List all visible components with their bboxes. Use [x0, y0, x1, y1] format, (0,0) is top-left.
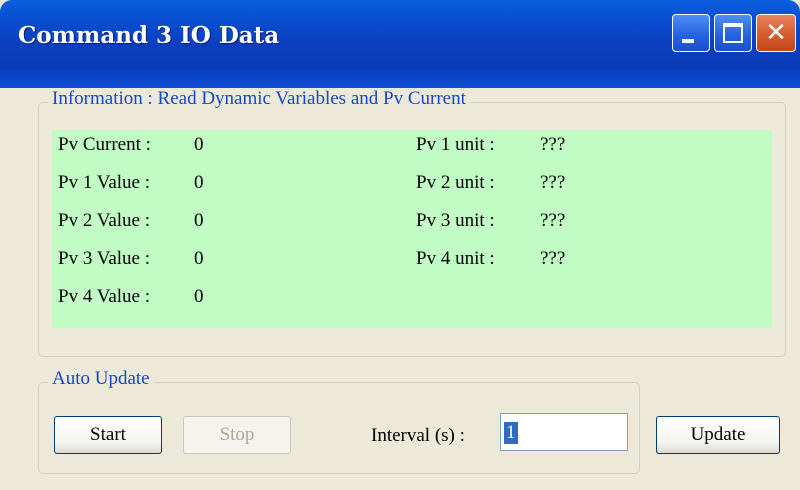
- pv3-value-label: Pv 3 Value :: [58, 248, 151, 269]
- app-window: Command 3 IO Data ✕ Information : Read D…: [0, 0, 800, 490]
- pv3-unit-label: Pv 3 unit :: [416, 210, 495, 231]
- interval-value: 1: [504, 422, 518, 444]
- pv2-value: 0: [194, 210, 204, 231]
- pv1-value-label: Pv 1 Value :: [58, 172, 151, 193]
- pv-current-value: 0: [194, 134, 204, 155]
- pv4-unit-label: Pv 4 unit :: [416, 248, 495, 269]
- pv4-value-label: Pv 4 Value :: [58, 286, 151, 307]
- update-button[interactable]: Update: [656, 416, 780, 454]
- dynamic-variables-panel: Pv Current : 0 Pv 1 Value : 0 Pv 2 Value…: [52, 130, 772, 328]
- window-title: Command 3 IO Data: [18, 22, 280, 49]
- pv4-value: 0: [194, 286, 204, 307]
- start-button[interactable]: Start: [54, 416, 162, 454]
- pv1-unit-value: ???: [540, 134, 566, 155]
- pv1-unit-label: Pv 1 unit :: [416, 134, 495, 155]
- auto-update-group-label: Auto Update: [48, 368, 154, 390]
- information-group-label: Information : Read Dynamic Variables and…: [48, 88, 470, 110]
- pv4-unit-value: ???: [540, 248, 566, 269]
- maximize-button[interactable]: [714, 14, 752, 52]
- pv1-value: 0: [194, 172, 204, 193]
- interval-input[interactable]: 1: [500, 413, 628, 451]
- close-button[interactable]: ✕: [756, 14, 796, 52]
- stop-button: Stop: [183, 416, 291, 454]
- pv2-unit-value: ???: [540, 172, 566, 193]
- minimize-icon: [682, 39, 694, 43]
- title-bar[interactable]: Command 3 IO Data ✕: [0, 0, 800, 88]
- minimize-button[interactable]: [672, 14, 710, 52]
- maximize-icon: [723, 23, 743, 43]
- interval-label: Interval (s) :: [371, 425, 465, 446]
- pv3-unit-value: ???: [540, 210, 566, 231]
- close-icon: ✕: [765, 18, 787, 48]
- pv2-value-label: Pv 2 Value :: [58, 210, 151, 231]
- pv2-unit-label: Pv 2 unit :: [416, 172, 495, 193]
- pv-current-label: Pv Current :: [58, 134, 151, 155]
- pv3-value: 0: [194, 248, 204, 269]
